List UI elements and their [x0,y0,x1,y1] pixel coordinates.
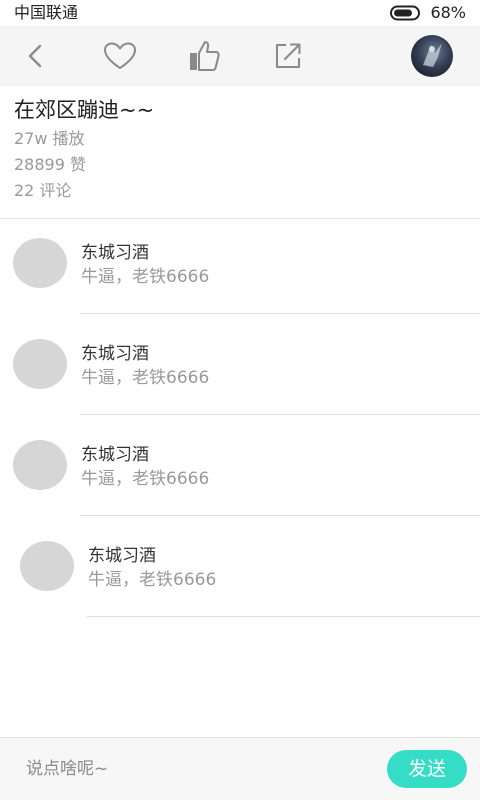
comment-count: 22 评论 [14,181,72,200]
comment-divider [80,515,480,516]
battery-indicator: 68% [390,2,466,24]
send-button[interactable]: 发送 [387,750,467,788]
heart-icon [104,42,136,69]
post-title: 在郊区蹦迪~~ [14,98,155,122]
favorite-button[interactable] [100,26,140,86]
commenter-avatar[interactable] [13,238,67,288]
comment-divider [87,616,480,617]
comment-text: 牛逼，老铁6666 [81,267,210,287]
comment-text: 牛逼，老铁6666 [88,570,217,590]
commenter-name: 东城习酒 [88,546,156,566]
commenter-avatar[interactable] [13,339,67,389]
battery-icon [390,5,421,21]
user-avatar-button[interactable] [410,26,454,86]
comment-item[interactable]: 东城习酒 牛逼，老铁6666 [0,219,480,320]
back-button[interactable] [18,26,52,86]
comment-input[interactable] [14,750,388,788]
comment-divider [80,313,480,314]
screen: 中国联通 68% 在郊区蹦迪~~ 27w 播放 28899 赞 22 评论 东城… [0,0,480,800]
share-icon [276,43,301,68]
share-button[interactable] [268,26,308,86]
comment-text: 牛逼，老铁6666 [81,368,210,388]
top-toolbar [0,26,480,86]
comment-item[interactable]: 东城习酒 牛逼，老铁6666 [0,320,480,421]
chevron-left-icon [28,44,42,68]
comment-list: 东城习酒 牛逼，老铁6666 东城习酒 牛逼，老铁6666 东城习酒 牛逼，老铁… [0,219,480,623]
carrier-name: 中国联通 [14,3,79,22]
comment-item[interactable]: 东城习酒 牛逼，老铁6666 [0,522,480,623]
like-button[interactable] [184,26,224,86]
comment-input-bar: 发送 [0,737,480,800]
status-bar: 中国联通 68% [0,0,480,26]
play-count: 27w 播放 [14,129,85,148]
comment-divider [80,414,480,415]
user-avatar [411,35,453,77]
like-count: 28899 赞 [14,155,86,174]
commenter-avatar[interactable] [20,541,74,591]
avatar-figure-icon [423,43,442,67]
post-info: 在郊区蹦迪~~ 27w 播放 28899 赞 22 评论 [14,94,464,204]
comment-item[interactable]: 东城习酒 牛逼，老铁6666 [0,421,480,522]
comment-text: 牛逼，老铁6666 [81,469,210,489]
battery-percent: 68% [430,3,466,22]
commenter-name: 东城习酒 [81,445,149,465]
commenter-avatar[interactable] [13,440,67,490]
commenter-name: 东城习酒 [81,243,149,263]
commenter-name: 东城习酒 [81,344,149,364]
thumbs-up-icon [190,41,220,71]
